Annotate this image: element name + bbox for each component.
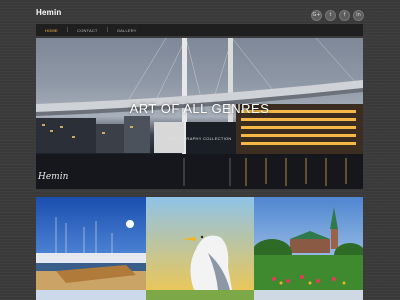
castle-garden-photo: [254, 197, 363, 290]
site-header: Hemin G+ t f in: [0, 0, 400, 22]
nav-home[interactable]: HOME: [36, 28, 67, 33]
nav-gallery[interactable]: GALLERY: [108, 28, 146, 33]
hero-subtitle: PHOTOGRAPHY COLLECTION: [167, 136, 232, 141]
gallery-item-row2-1[interactable]: [36, 290, 146, 300]
nav-contact[interactable]: CONTACT: [68, 28, 106, 33]
site-logo[interactable]: Hemin: [36, 8, 61, 17]
gallery-item-castle[interactable]: [254, 197, 363, 290]
hero-title: ART OF ALL GENRES: [129, 101, 270, 116]
twitter-icon[interactable]: t: [325, 10, 336, 21]
social-links: G+ t f in: [311, 10, 364, 21]
gallery-item-seagull[interactable]: [146, 197, 254, 290]
seagull-photo: [146, 197, 254, 290]
facebook-icon[interactable]: f: [339, 10, 350, 21]
hero-signature: Hemin: [38, 172, 69, 182]
linkedin-icon[interactable]: in: [353, 10, 364, 21]
hero-banner: ART OF ALL GENRES PHOTOGRAPHY COLLECTION…: [36, 38, 363, 189]
google-plus-icon[interactable]: G+: [311, 10, 322, 21]
gallery-item-row2-2[interactable]: [146, 290, 254, 300]
gallery-item-harbor[interactable]: [36, 197, 146, 290]
harbor-boats-photo: [36, 197, 146, 290]
main-nav: HOME | CONTACT | GALLERY: [36, 24, 363, 36]
gallery-item-row2-3[interactable]: [254, 290, 363, 300]
